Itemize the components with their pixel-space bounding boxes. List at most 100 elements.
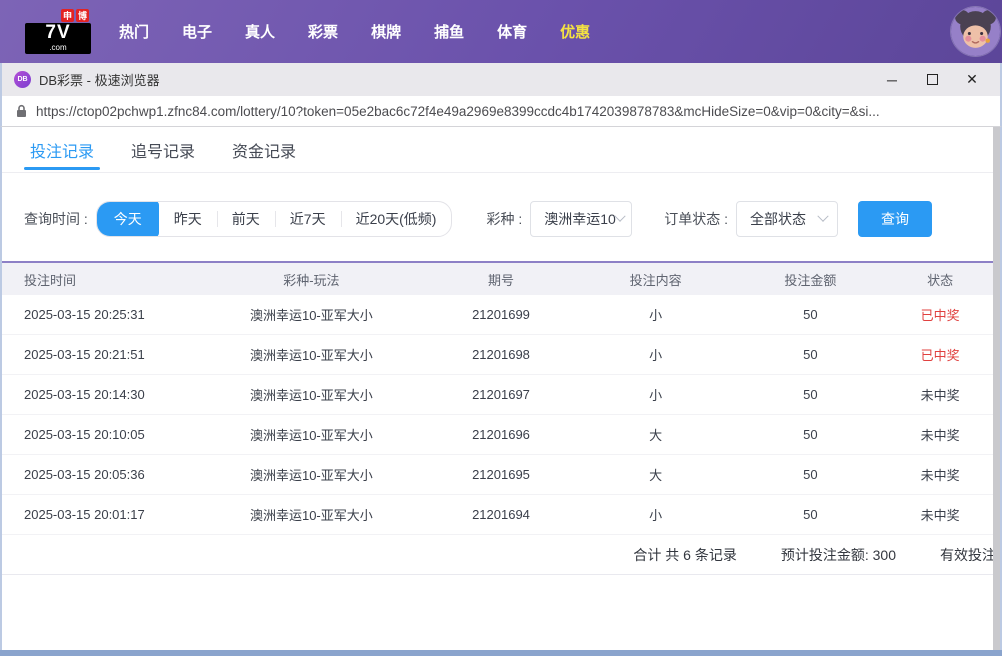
site-logo[interactable]: 申 博 7V .com bbox=[25, 9, 91, 54]
header-bet-time: 投注时间 bbox=[2, 270, 192, 289]
url-text[interactable]: https://ctop02pchwp1.zfnc84.com/lottery/… bbox=[36, 104, 880, 119]
cell-game-play: 澳洲幸运10-亚军大小 bbox=[192, 465, 432, 484]
cell-issue: 21201698 bbox=[431, 347, 571, 362]
header-issue: 期号 bbox=[431, 270, 571, 289]
cell-bet-amount: 50 bbox=[741, 347, 881, 362]
status-badge: 已中奖 bbox=[880, 305, 1000, 324]
cell-bet-time: 2025-03-15 20:10:05 bbox=[2, 427, 192, 442]
header-game-play: 彩种-玩法 bbox=[192, 270, 432, 289]
query-button[interactable]: 查询 bbox=[858, 201, 932, 237]
close-button[interactable]: ✕ bbox=[952, 66, 992, 94]
cell-issue: 21201696 bbox=[431, 427, 571, 442]
cell-bet-content: 小 bbox=[571, 305, 741, 324]
vertical-scrollbar[interactable] bbox=[993, 127, 1000, 650]
table-summary-row: 合计 共 6 条记录 预计投注金额: 300 有效投注金 bbox=[2, 535, 1000, 575]
tab-bet-records[interactable]: 投注记录 bbox=[30, 127, 94, 172]
order-status-select[interactable]: 全部状态 bbox=[736, 201, 838, 237]
cell-issue: 21201694 bbox=[431, 507, 571, 522]
time-filter-day-before[interactable]: 前天 bbox=[217, 201, 275, 237]
time-filter-label: 查询时间 : bbox=[24, 209, 88, 229]
cell-bet-amount: 50 bbox=[741, 507, 881, 522]
table-row: 2025-03-15 20:21:51 澳洲幸运10-亚军大小 21201698… bbox=[2, 335, 1000, 375]
cell-bet-time: 2025-03-15 20:25:31 bbox=[2, 307, 192, 322]
table-row: 2025-03-15 20:10:05 澳洲幸运10-亚军大小 21201696… bbox=[2, 415, 1000, 455]
time-filter-7days[interactable]: 近7天 bbox=[275, 201, 341, 237]
cell-bet-content: 大 bbox=[571, 425, 741, 444]
summary-expected-amount: 预计投注金额: 300 bbox=[781, 545, 896, 565]
site-nav-bar: 申 博 7V .com 热门 电子 真人 彩票 棋牌 捕鱼 体育 优惠 bbox=[0, 0, 1002, 63]
browser-favicon: DB bbox=[14, 71, 31, 88]
cell-bet-content: 小 bbox=[571, 385, 741, 404]
order-status-value: 全部状态 bbox=[750, 209, 806, 229]
table-row: 2025-03-15 20:14:30 澳洲幸运10-亚军大小 21201697… bbox=[2, 375, 1000, 415]
nav-item-fishing[interactable]: 捕鱼 bbox=[434, 21, 464, 42]
logo-badges: 申 博 bbox=[25, 9, 91, 22]
cell-bet-time: 2025-03-15 20:05:36 bbox=[2, 467, 192, 482]
browser-titlebar: DB DB彩票 - 极速浏览器 ─ ✕ bbox=[0, 63, 1002, 96]
status-badge: 未中奖 bbox=[880, 385, 1000, 404]
maximize-button[interactable] bbox=[912, 66, 952, 94]
cell-bet-amount: 50 bbox=[741, 307, 881, 322]
time-filter-group: 今天 昨天 前天 近7天 近20天(低频) bbox=[96, 201, 453, 237]
maximize-icon bbox=[927, 74, 938, 85]
record-tabs: 投注记录 追号记录 资金记录 bbox=[2, 127, 1000, 173]
nav-item-hot[interactable]: 热门 bbox=[119, 21, 149, 42]
lottery-select-label: 彩种 : bbox=[486, 209, 522, 229]
page-content: 投注记录 追号记录 资金记录 查询时间 : 今天 昨天 前天 近7天 近20天(… bbox=[0, 127, 1002, 655]
cell-bet-time: 2025-03-15 20:14:30 bbox=[2, 387, 192, 402]
cell-bet-amount: 50 bbox=[741, 387, 881, 402]
summary-total: 合计 共 6 条记录 bbox=[633, 545, 736, 565]
nav-item-promo[interactable]: 优惠 bbox=[560, 21, 590, 42]
status-badge: 未中奖 bbox=[880, 465, 1000, 484]
header-bet-content: 投注内容 bbox=[571, 270, 741, 289]
cell-bet-time: 2025-03-15 20:21:51 bbox=[2, 347, 192, 362]
lock-icon bbox=[16, 104, 27, 118]
cell-game-play: 澳洲幸运10-亚军大小 bbox=[192, 345, 432, 364]
lottery-select[interactable]: 澳洲幸运10 bbox=[530, 201, 632, 237]
cell-bet-amount: 50 bbox=[741, 427, 881, 442]
user-avatar[interactable] bbox=[951, 7, 1000, 56]
browser-addressbar[interactable]: https://ctop02pchwp1.zfnc84.com/lottery/… bbox=[0, 96, 1002, 127]
nav-item-live[interactable]: 真人 bbox=[245, 21, 275, 42]
order-status-label: 订单状态 : bbox=[664, 209, 728, 229]
cell-issue: 21201695 bbox=[431, 467, 571, 482]
table-row: 2025-03-15 20:05:36 澳洲幸运10-亚军大小 21201695… bbox=[2, 455, 1000, 495]
logo-badge-2: 博 bbox=[76, 9, 89, 22]
time-filter-yesterday[interactable]: 昨天 bbox=[159, 201, 217, 237]
tab-chase-records[interactable]: 追号记录 bbox=[131, 127, 195, 172]
cell-game-play: 澳洲幸运10-亚军大小 bbox=[192, 425, 432, 444]
cell-issue: 21201699 bbox=[431, 307, 571, 322]
cell-bet-content: 小 bbox=[571, 345, 741, 364]
cell-bet-time: 2025-03-15 20:01:17 bbox=[2, 507, 192, 522]
nav-item-cards[interactable]: 棋牌 bbox=[371, 21, 401, 42]
summary-valid-amount: 有效投注金 bbox=[940, 545, 1000, 565]
screen: 申 博 7V .com 热门 电子 真人 彩票 棋牌 捕鱼 体育 优惠 bbox=[0, 0, 1002, 656]
browser-window-title: DB彩票 - 极速浏览器 bbox=[39, 70, 160, 89]
status-badge: 未中奖 bbox=[880, 425, 1000, 444]
cell-issue: 21201697 bbox=[431, 387, 571, 402]
cell-game-play: 澳洲幸运10-亚军大小 bbox=[192, 305, 432, 324]
nav-item-sports[interactable]: 体育 bbox=[497, 21, 527, 42]
table-row: 2025-03-15 20:01:17 澳洲幸运10-亚军大小 21201694… bbox=[2, 495, 1000, 535]
minimize-button[interactable]: ─ bbox=[872, 66, 912, 94]
tab-fund-records[interactable]: 资金记录 bbox=[232, 127, 296, 172]
filter-bar: 查询时间 : 今天 昨天 前天 近7天 近20天(低频) 彩种 : 澳洲幸运10… bbox=[2, 173, 1000, 261]
table-header-row: 投注时间 彩种-玩法 期号 投注内容 投注金额 状态 bbox=[2, 261, 1000, 295]
logo-suffix-text: .com bbox=[25, 43, 91, 54]
time-filter-today[interactable]: 今天 bbox=[97, 201, 159, 237]
chevron-down-icon bbox=[817, 211, 828, 222]
time-filter-20days[interactable]: 近20天(低频) bbox=[341, 201, 452, 237]
cell-game-play: 澳洲幸运10-亚军大小 bbox=[192, 385, 432, 404]
header-status: 状态 bbox=[880, 270, 1000, 289]
cell-bet-content: 小 bbox=[571, 505, 741, 524]
nav-item-lottery[interactable]: 彩票 bbox=[308, 21, 338, 42]
avatar-illustration bbox=[951, 7, 1000, 56]
nav-item-slots[interactable]: 电子 bbox=[182, 21, 212, 42]
logo-badge-1: 申 bbox=[61, 9, 74, 22]
header-bet-amount: 投注金额 bbox=[741, 270, 881, 289]
logo-main-text: 7V bbox=[25, 23, 91, 43]
cell-bet-amount: 50 bbox=[741, 467, 881, 482]
window-controls: ─ ✕ bbox=[872, 66, 992, 94]
site-nav-menu: 热门 电子 真人 彩票 棋牌 捕鱼 体育 优惠 bbox=[119, 21, 590, 42]
table-body: 2025-03-15 20:25:31 澳洲幸运10-亚军大小 21201699… bbox=[2, 295, 1000, 535]
